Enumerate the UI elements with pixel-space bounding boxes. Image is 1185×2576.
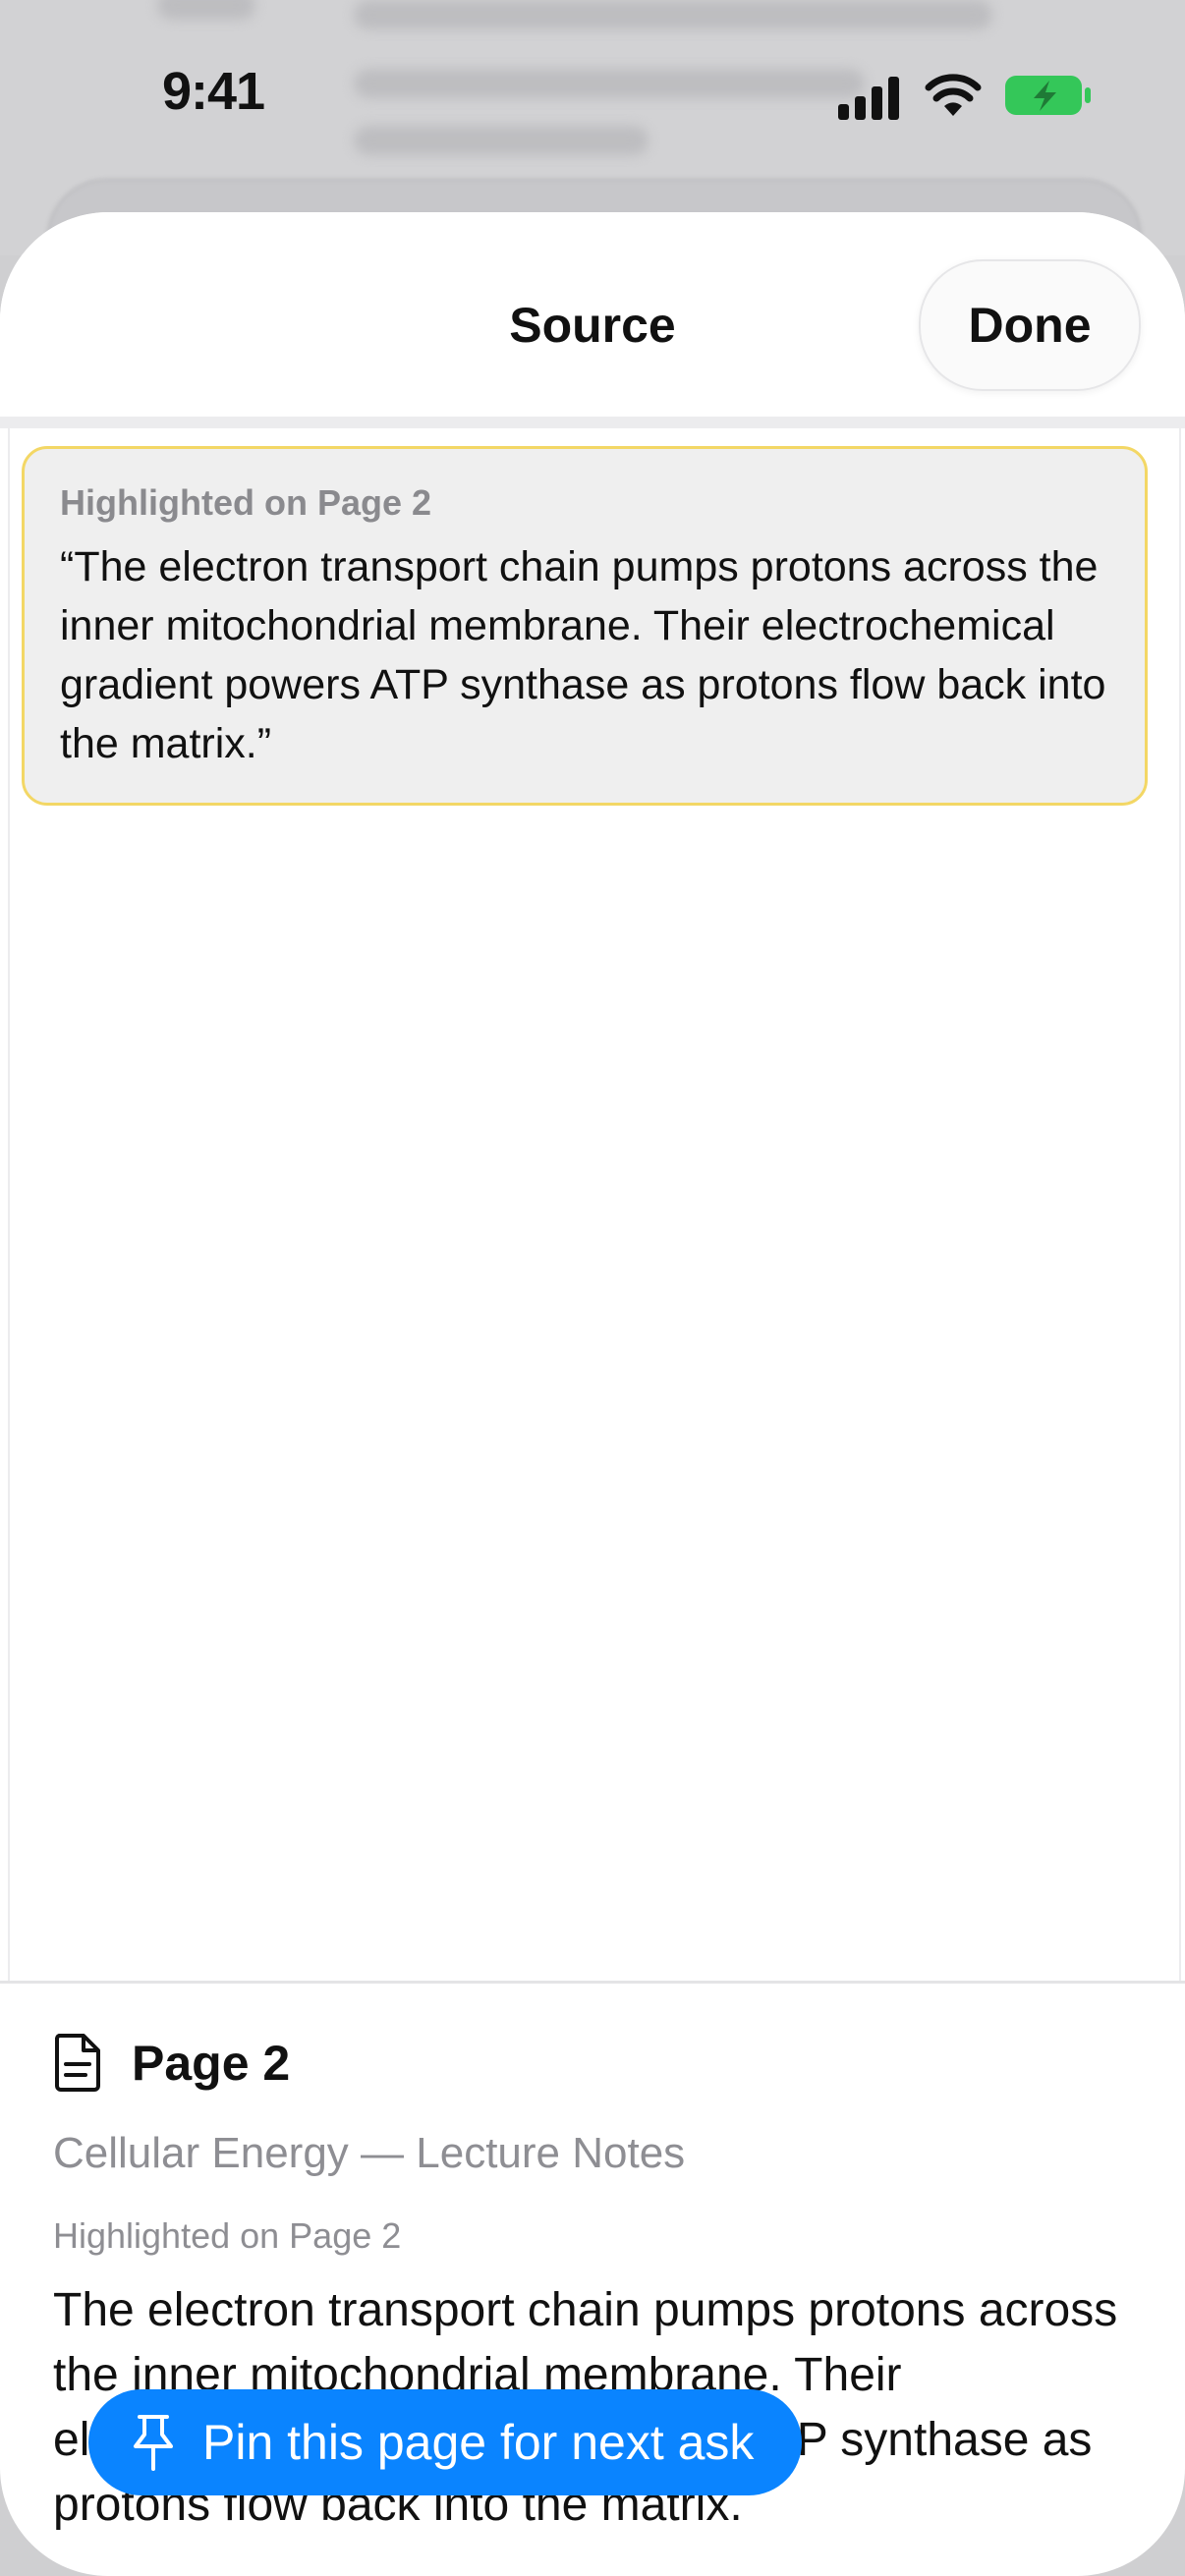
wifi-icon [925,74,982,116]
pin-button-label: Pin this page for next ask [202,2415,755,2470]
status-time: 9:41 [162,62,265,121]
source-sheet: Source Done Highlighted on Page 2 “The e… [0,212,1185,2576]
done-button[interactable]: Done [919,259,1141,391]
signal-icon [838,77,899,120]
document-title: Cellular Energy — Lecture Notes [53,2129,686,2177]
pin-icon [134,2415,173,2471]
sheet-header: Source Done [0,212,1185,417]
page-heading: Page 2 [132,2036,291,2091]
battery-icon [1005,76,1091,115]
status-bar: 9:41 [0,0,1185,187]
highlight-box: Highlighted on Page 2 “The electron tran… [22,446,1148,806]
preview-divider [0,1981,1185,1984]
highlight-caption: Highlighted on Page 2 [53,2215,402,2256]
highlight-label: Highlighted on Page 2 [60,482,432,523]
pin-page-button[interactable]: Pin this page for next ask [88,2389,802,2495]
header-divider [0,417,1185,428]
highlight-quote: “The electron transport chain pumps prot… [60,543,1106,767]
document-icon [54,2034,100,2092]
